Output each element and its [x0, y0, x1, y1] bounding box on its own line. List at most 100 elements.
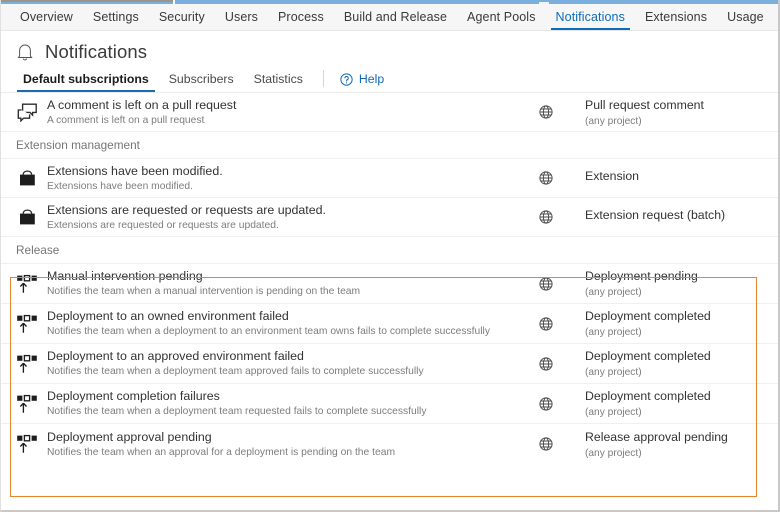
row-description: Notifies the team when a deployment team…	[47, 366, 424, 377]
release-deploy-icon	[1, 313, 47, 335]
question-circle-icon	[340, 72, 353, 86]
globe-icon	[507, 356, 585, 371]
release-deploy-icon	[1, 273, 47, 295]
group-extension-management: Extension management Extensions have bee…	[1, 132, 778, 237]
event-name: Deployment pending	[585, 269, 698, 283]
nav-tab-settings[interactable]: Settings	[83, 4, 149, 30]
nav-tab-label: Notifications	[555, 10, 625, 24]
globe-icon	[507, 210, 585, 224]
globe-icon	[507, 105, 585, 119]
event-name: Deployment completed	[585, 349, 711, 363]
event-project: (any project)	[585, 447, 642, 459]
nav-tab-label: Settings	[92, 10, 139, 24]
release-deploy-icon	[1, 393, 47, 415]
row-title: Deployment to an approved environment fa…	[47, 349, 304, 363]
row-text: Deployment to an approved environment fa…	[47, 349, 507, 378]
event-project: (any project)	[585, 115, 642, 127]
table-row[interactable]: Deployment completion failures Notifies …	[1, 384, 778, 424]
event-project: (any project)	[585, 407, 642, 418]
nav-tab-users[interactable]: Users	[215, 4, 268, 30]
row-title: A comment is left on a pull request	[47, 97, 237, 112]
event-project: (any project)	[585, 327, 642, 338]
briefcase-icon	[1, 208, 47, 227]
row-text: Deployment to an owned environment faile…	[47, 309, 507, 338]
pivot-tab-statistics[interactable]: Statistics	[244, 66, 313, 92]
nav-tab-label: Overview	[20, 10, 73, 24]
row-description: Extensions have been modified.	[47, 180, 193, 192]
row-text: A comment is left on a pull request A co…	[47, 98, 507, 127]
nav-tab-label: Security	[158, 10, 205, 24]
event-name: Deployment completed	[585, 389, 711, 403]
nav-tab-label: Process	[278, 10, 324, 24]
group-header-extension-management: Extension management	[1, 132, 778, 159]
nav-tab-label: Extensions	[644, 10, 708, 24]
table-row[interactable]: Deployment to an approved environment fa…	[1, 344, 778, 384]
pivot-divider	[322, 70, 324, 87]
row-event: Pull request comment (any project)	[585, 98, 757, 127]
table-row[interactable]: Extensions are requested or requests are…	[1, 198, 778, 237]
nav-tab-notifications[interactable]: Notifications	[546, 4, 635, 30]
pivot-tab-label: Subscribers	[168, 72, 234, 86]
release-deploy-icon	[1, 433, 47, 455]
nav-tab-usage[interactable]: Usage	[717, 4, 774, 30]
row-description: Notifies the team when an approval for a…	[47, 446, 396, 458]
release-deploy-icon	[1, 353, 47, 375]
globe-icon	[507, 316, 585, 331]
nav-tab-extensions[interactable]: Extensions	[635, 4, 717, 30]
table-row[interactable]: Deployment to an owned environment faile…	[1, 304, 778, 344]
event-name: Release approval pending	[585, 429, 728, 444]
row-text: Extensions are requested or requests are…	[47, 203, 507, 232]
group-header-label: Release	[16, 243, 60, 257]
group-header-release: Release	[1, 237, 778, 264]
table-row[interactable]: Manual intervention pending Notifies the…	[1, 264, 778, 304]
row-description: Notifies the team when a deployment to a…	[47, 326, 490, 337]
nav-tab-security[interactable]: Security	[149, 4, 215, 30]
row-description: Notifies the team when a manual interven…	[47, 286, 361, 297]
row-event: Release approval pending (any project)	[585, 430, 757, 459]
event-project: (any project)	[585, 287, 642, 298]
row-event: Deployment completed (any project)	[585, 389, 757, 418]
pivot-tab-default-subscriptions[interactable]: Default subscriptions	[13, 66, 159, 92]
nav-tab-label: Build and Release	[343, 10, 448, 24]
row-event: Deployment pending (any project)	[585, 269, 757, 298]
nav-tab-label: Usage	[727, 10, 764, 24]
page-title-row: Notifications	[16, 41, 147, 63]
event-name: Extension	[585, 169, 640, 183]
globe-icon	[507, 276, 585, 291]
row-text: Extensions have been modified. Extension…	[47, 164, 507, 193]
row-event: Extension	[585, 169, 757, 187]
row-title: Extensions are requested or requests are…	[47, 202, 326, 217]
row-description: A comment is left on a pull request	[47, 114, 205, 126]
row-event: Deployment completed (any project)	[585, 349, 757, 378]
pivot-tabs: Default subscriptions Subscribers Statis…	[1, 66, 778, 93]
row-title: Extensions have been modified.	[47, 163, 223, 178]
subscriptions-list: A comment is left on a pull request A co…	[1, 93, 778, 464]
row-text: Manual intervention pending Notifies the…	[47, 269, 507, 298]
table-row[interactable]: Deployment approval pending Notifies the…	[1, 424, 778, 464]
pivot-tab-label: Statistics	[253, 72, 303, 86]
row-title: Deployment approval pending	[47, 429, 212, 444]
group-header-label: Extension management	[16, 138, 140, 152]
nav-tab-build-and-release[interactable]: Build and Release	[334, 4, 457, 30]
table-row[interactable]: A comment is left on a pull request A co…	[1, 93, 778, 132]
nav-tab-overview[interactable]: Overview	[10, 4, 83, 30]
row-text: Deployment completion failures Notifies …	[47, 389, 507, 418]
comment-bubbles-icon	[1, 103, 47, 122]
page-title: Notifications	[45, 41, 148, 62]
nav-tab-process[interactable]: Process	[268, 4, 334, 30]
briefcase-icon	[1, 169, 47, 188]
bell-icon	[16, 42, 34, 62]
table-row[interactable]: Extensions have been modified. Extension…	[1, 159, 778, 198]
help-label: Help	[358, 72, 385, 86]
help-link[interactable]: Help	[334, 66, 390, 92]
browser-tab-edge-left	[1, 0, 173, 2]
pivot-tab-subscribers[interactable]: Subscribers	[159, 66, 244, 92]
row-description: Extensions are requested or requests are…	[47, 219, 279, 231]
nav-tab-agent-pools[interactable]: Agent Pools	[457, 4, 546, 30]
event-project: (any project)	[585, 367, 642, 378]
event-name: Deployment completed	[585, 309, 711, 323]
group-pull-request: A comment is left on a pull request A co…	[1, 93, 778, 132]
notifications-page: Overview Settings Security Users Process…	[0, 0, 780, 512]
row-description: Notifies the team when a deployment team…	[47, 406, 427, 417]
row-title: Deployment to an owned environment faile…	[47, 309, 289, 323]
